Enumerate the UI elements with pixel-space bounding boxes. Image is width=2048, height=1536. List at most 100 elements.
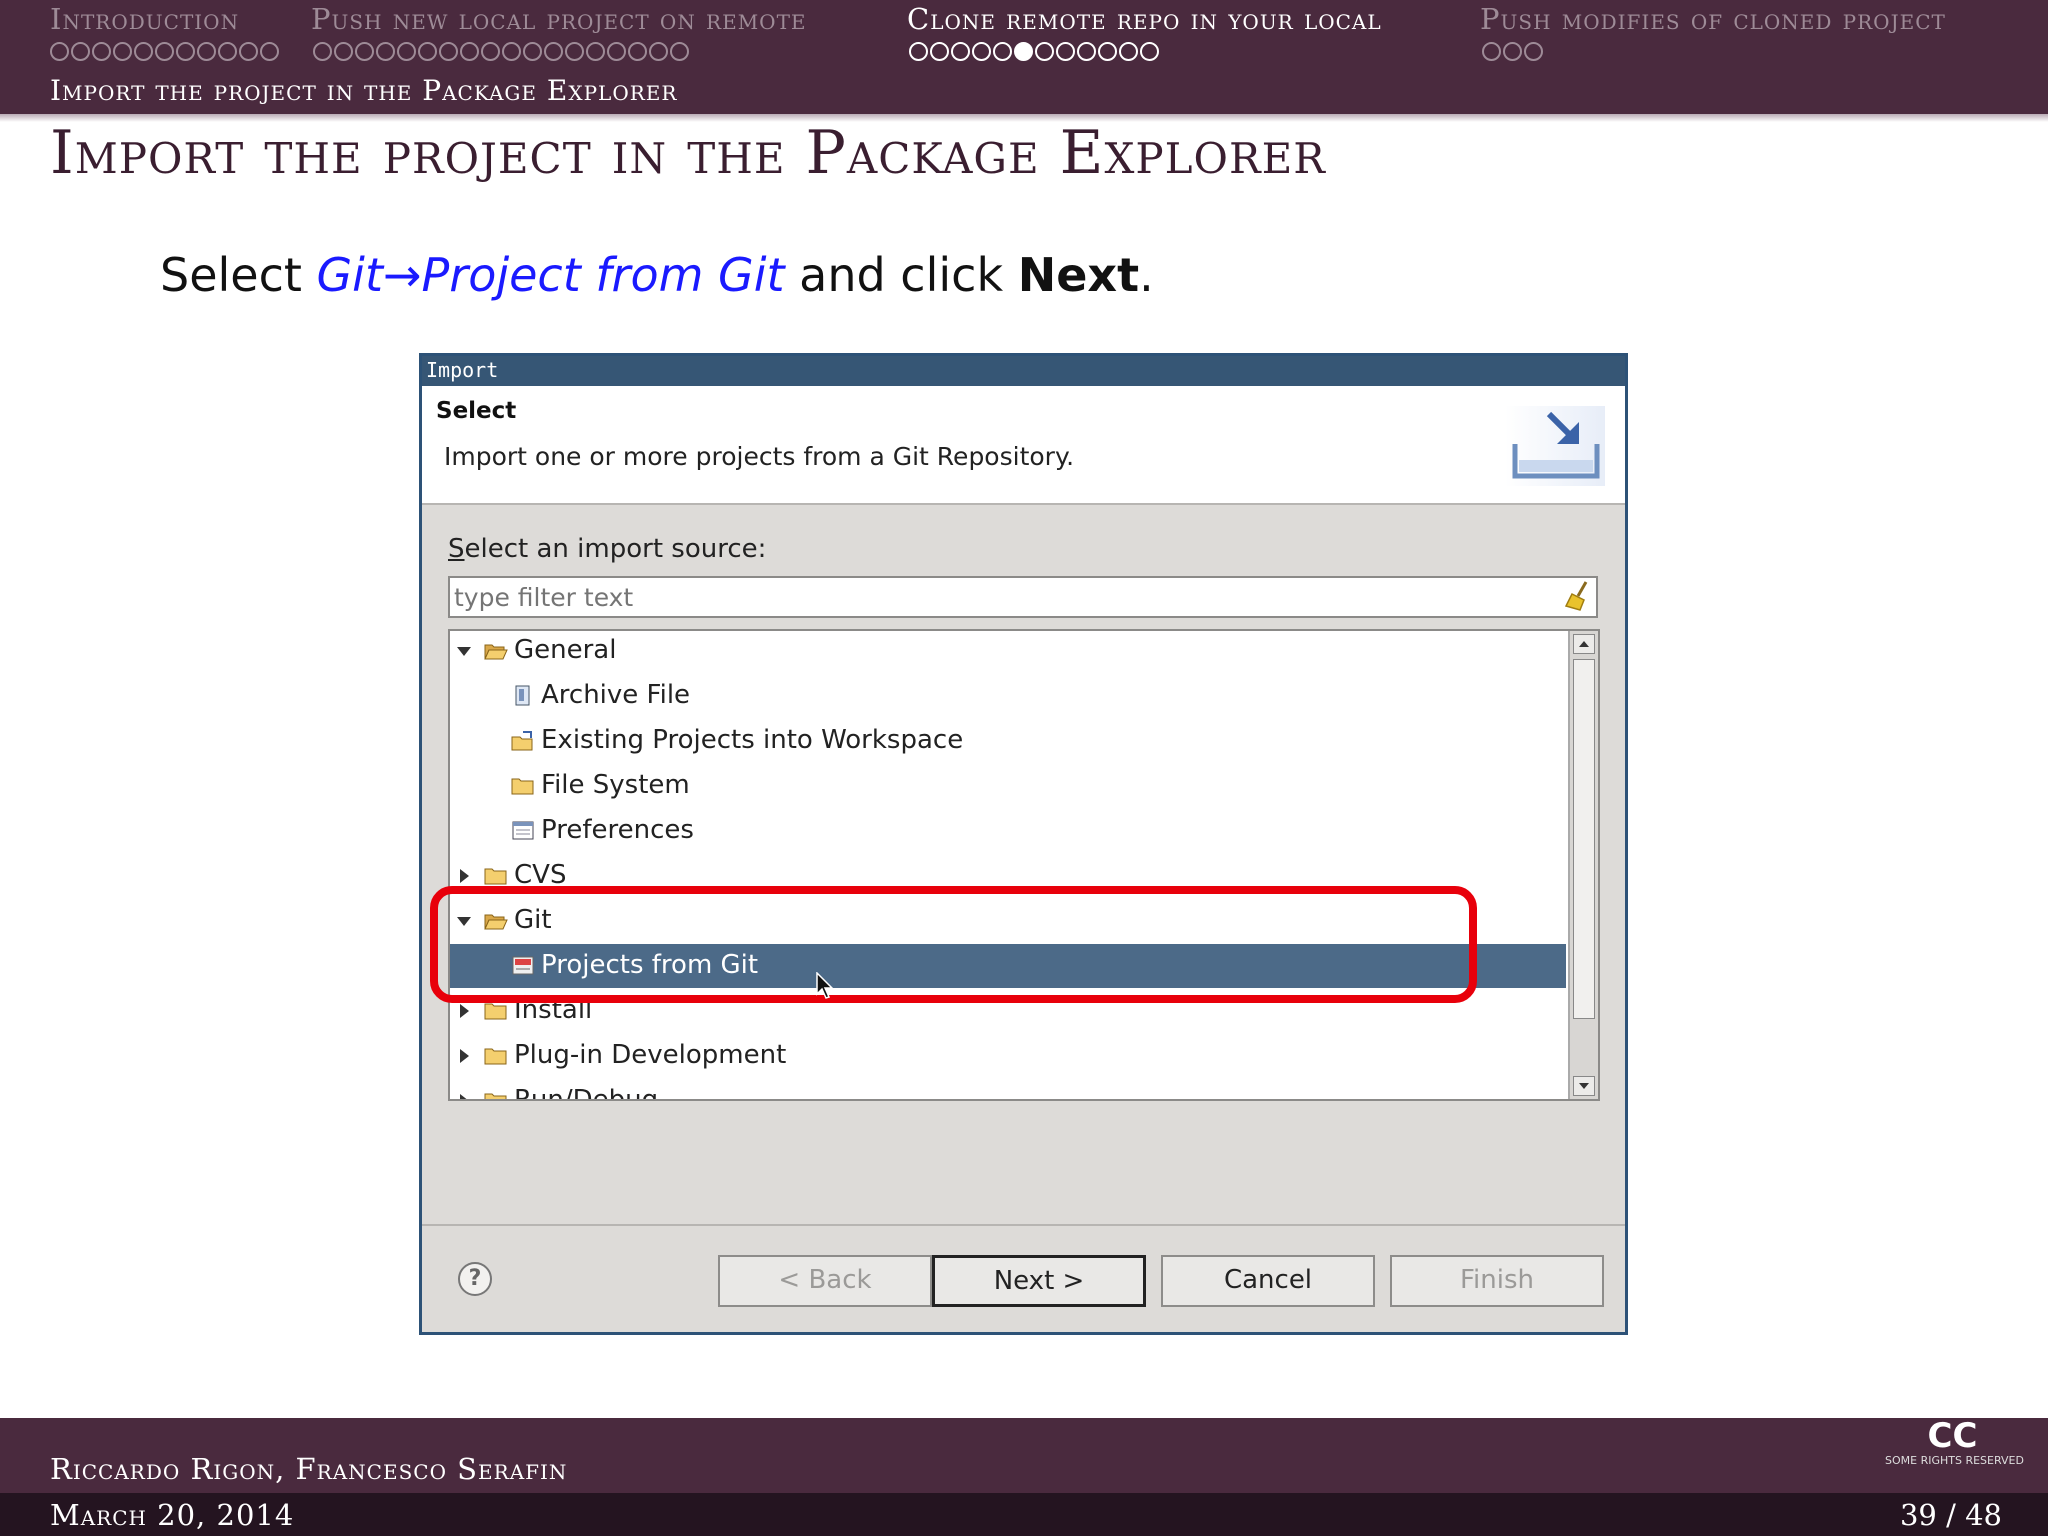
nav-section-introduction[interactable]: Introduction	[50, 2, 239, 36]
collapse-toggle-icon[interactable]	[457, 647, 471, 656]
nav-dot[interactable]	[523, 42, 542, 61]
nav-dot[interactable]	[930, 42, 949, 61]
nav-dot[interactable]	[1524, 42, 1543, 61]
nav-dot[interactable]	[92, 42, 111, 61]
nav-dot[interactable]	[334, 42, 353, 61]
tree-item-cvs[interactable]: CVS	[450, 854, 1566, 898]
nav-dot[interactable]	[460, 42, 479, 61]
collapse-toggle-icon[interactable]	[457, 917, 471, 926]
cancel-button[interactable]: Cancel	[1161, 1255, 1375, 1307]
nav-dot[interactable]	[260, 42, 279, 61]
frame-title: Import the project in the Package Explor…	[50, 118, 1326, 188]
nav-dot[interactable]	[544, 42, 563, 61]
nav-dot[interactable]	[197, 42, 216, 61]
scroll-up-button[interactable]	[1573, 634, 1595, 654]
mouse-cursor-icon	[816, 971, 836, 1004]
nav-dot[interactable]	[1503, 42, 1522, 61]
tree-item-preferences[interactable]: Preferences	[450, 809, 1566, 853]
tree-item-label: Projects from Git	[541, 950, 759, 980]
scrollbar-thumb[interactable]	[1573, 659, 1595, 1019]
tree-item-label: File System	[541, 770, 690, 800]
page-number: 39 / 48	[1899, 1498, 2002, 1532]
nav-dot[interactable]	[1077, 42, 1096, 61]
expand-toggle-icon[interactable]	[460, 1049, 469, 1063]
nav-section-clone-remote[interactable]: Clone remote repo in your local	[907, 2, 1382, 36]
nav-dot[interactable]	[397, 42, 416, 61]
tree-item-existing-projects-into-workspace[interactable]: Existing Projects into Workspace	[450, 719, 1566, 763]
finish-button[interactable]: Finish	[1390, 1255, 1604, 1307]
tree-item-label: Plug-in Development	[514, 1040, 787, 1070]
tree-item-install[interactable]: Install	[450, 989, 1566, 1033]
nav-dot[interactable]	[1056, 42, 1075, 61]
tree-item-general[interactable]: General	[450, 631, 1566, 673]
next-button[interactable]: Next >	[932, 1255, 1146, 1307]
expand-toggle-icon[interactable]	[460, 869, 469, 883]
nav-dot[interactable]	[565, 42, 584, 61]
nav-dot[interactable]	[50, 42, 69, 61]
back-button[interactable]: < Back	[718, 1255, 932, 1307]
nav-dot[interactable]	[1035, 42, 1054, 61]
nav-dot[interactable]	[1014, 42, 1033, 61]
nav-dot[interactable]	[71, 42, 90, 61]
tree-item-projects-from-git[interactable]: Projects from Git	[450, 944, 1566, 988]
dialog-description: Import one or more projects from a Git R…	[444, 442, 1075, 471]
nav-dot[interactable]	[1119, 42, 1138, 61]
tree-item-git[interactable]: Git	[450, 899, 1566, 943]
nav-dot[interactable]	[1140, 42, 1159, 61]
tree-item-archive-file[interactable]: Archive File	[450, 674, 1566, 718]
tree-scrollbar[interactable]	[1568, 631, 1598, 1099]
nav-dot[interactable]	[628, 42, 647, 61]
subsection-title: Import the project in the Package Explor…	[50, 74, 678, 107]
nav-dot[interactable]	[586, 42, 605, 61]
nav-section-push-new-local[interactable]: Push new local project on remote	[311, 2, 807, 36]
help-icon[interactable]: ?	[458, 1262, 492, 1296]
import-source-label: Select an import source:	[448, 534, 766, 564]
folder-icon	[484, 1089, 508, 1099]
nav-section-push-modifies[interactable]: Push modifies of cloned project	[1480, 2, 1946, 36]
nav-dot[interactable]	[418, 42, 437, 61]
nav-dot[interactable]	[239, 42, 258, 61]
import-source-tree[interactable]: General Archive File Existing Projects int…	[448, 629, 1600, 1101]
nav-dot[interactable]	[649, 42, 668, 61]
nav-dot[interactable]	[218, 42, 237, 61]
tree-item-run-debug[interactable]: Run/Debug	[450, 1079, 1566, 1099]
nav-dot[interactable]	[355, 42, 374, 61]
dialog-title: Import	[426, 358, 499, 382]
folder-open-icon	[484, 639, 508, 661]
tree-item-file-system[interactable]: File System	[450, 764, 1566, 808]
nav-dot[interactable]	[481, 42, 500, 61]
nav-dot[interactable]	[993, 42, 1012, 61]
nav-dot[interactable]	[176, 42, 195, 61]
nav-dot[interactable]	[439, 42, 458, 61]
beamer-header: Introduction Push new local project on r…	[0, 0, 2048, 114]
nav-dot[interactable]	[155, 42, 174, 61]
nav-dots-push-new-local[interactable]	[313, 42, 689, 66]
nav-dot[interactable]	[313, 42, 332, 61]
import-source-label-rest: elect an import source:	[464, 534, 767, 564]
nav-dot[interactable]	[670, 42, 689, 61]
expand-toggle-icon[interactable]	[460, 1004, 469, 1018]
nav-dots-clone-remote[interactable]	[909, 42, 1159, 66]
tree-item-label: Existing Projects into Workspace	[541, 725, 964, 755]
nav-dot[interactable]	[134, 42, 153, 61]
nav-dot[interactable]	[607, 42, 626, 61]
footer-date: March 20, 2014	[50, 1498, 295, 1532]
expand-toggle-icon[interactable]	[460, 1094, 469, 1099]
tree-item-plug-in-development[interactable]: Plug-in Development	[450, 1034, 1566, 1078]
dialog-separator	[422, 1224, 1625, 1226]
nav-dots-push-modifies[interactable]	[1482, 42, 1543, 66]
nav-dot[interactable]	[1098, 42, 1117, 61]
nav-dot[interactable]	[951, 42, 970, 61]
filter-input[interactable]	[448, 576, 1598, 618]
clear-filter-icon[interactable]	[1564, 580, 1592, 616]
dialog-titlebar[interactable]: Import	[422, 356, 1625, 386]
tree-item-label: Git	[514, 905, 552, 935]
scroll-down-button[interactable]	[1573, 1076, 1595, 1096]
nav-dot[interactable]	[113, 42, 132, 61]
nav-dots-introduction[interactable]	[50, 42, 279, 66]
nav-dot[interactable]	[972, 42, 991, 61]
nav-dot[interactable]	[502, 42, 521, 61]
nav-dot[interactable]	[1482, 42, 1501, 61]
nav-dot[interactable]	[376, 42, 395, 61]
nav-dot[interactable]	[909, 42, 928, 61]
